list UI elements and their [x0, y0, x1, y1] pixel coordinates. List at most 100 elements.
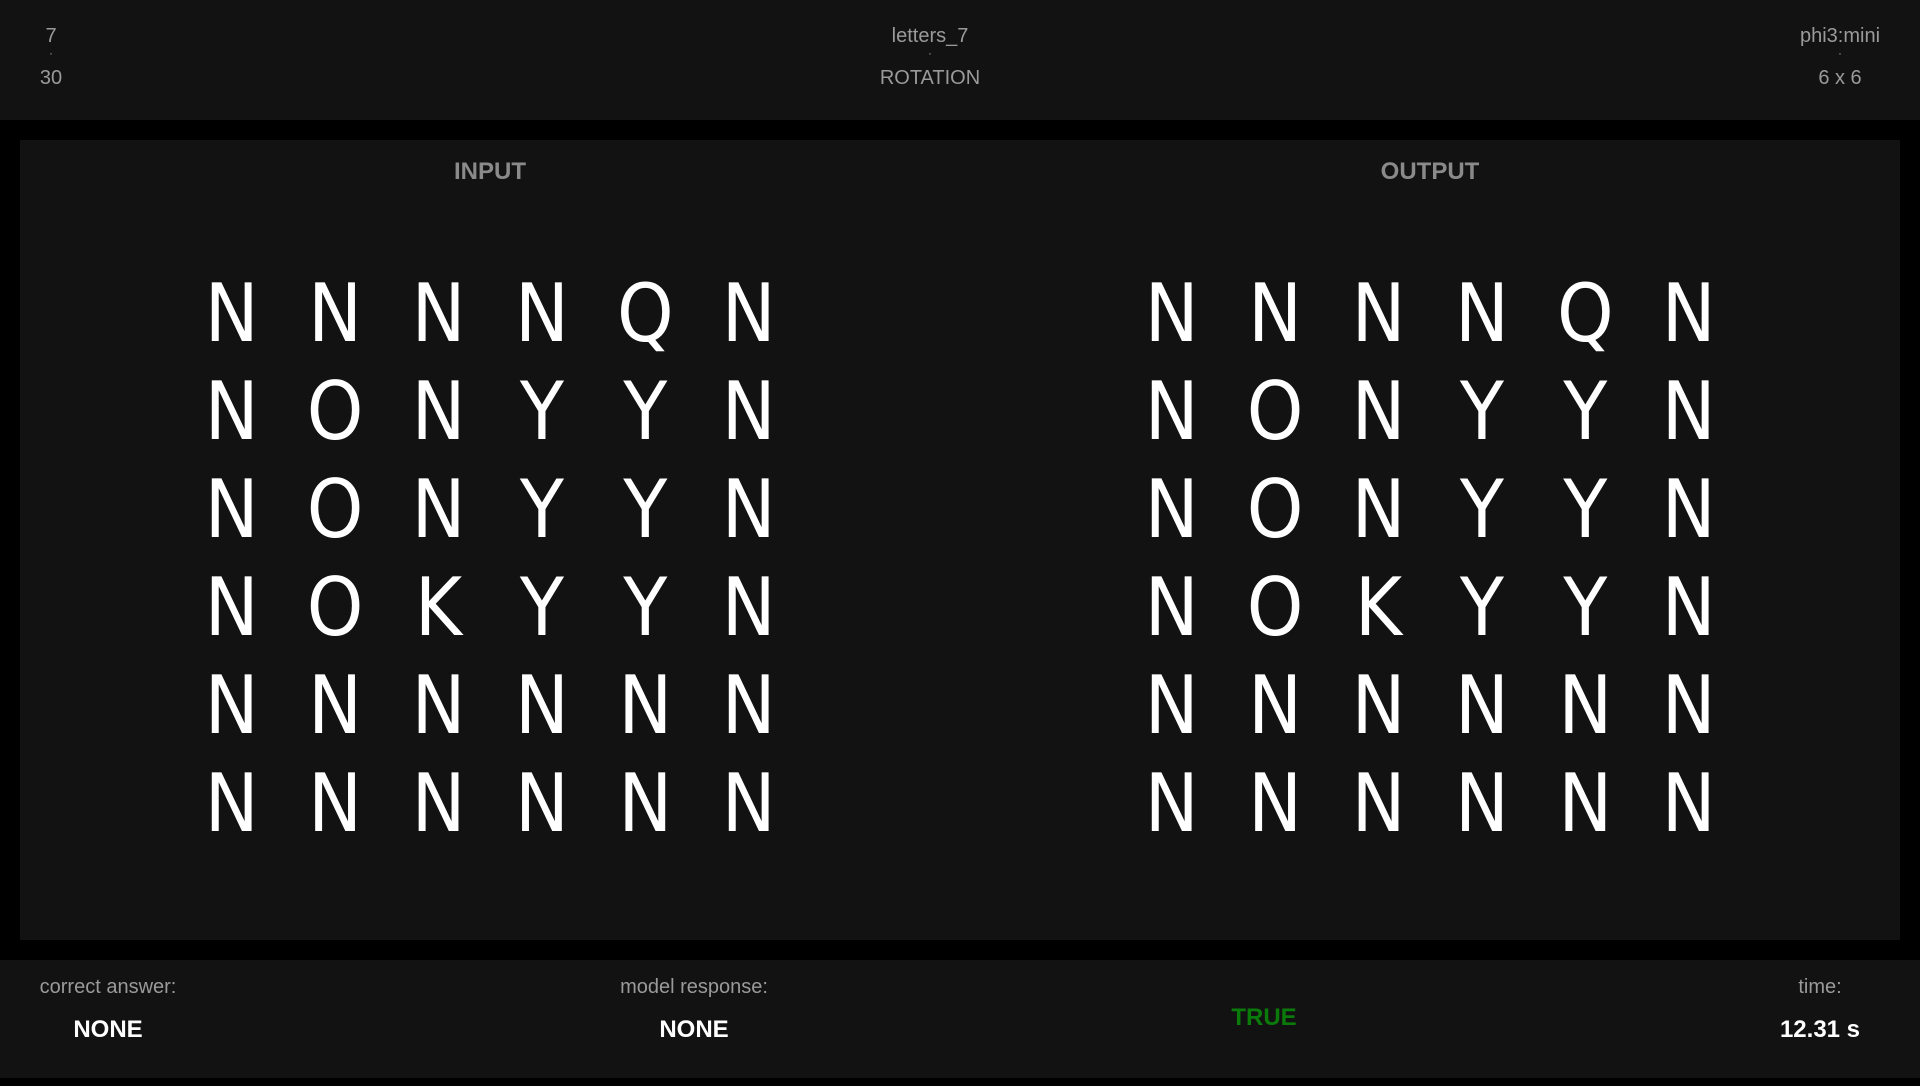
output-grid-cell: N: [1454, 659, 1509, 752]
input-grid-cell: N: [204, 365, 259, 458]
output-grid-cell: N: [1661, 267, 1716, 360]
task-separator: ·: [928, 46, 932, 60]
input-grid-cell: O: [306, 463, 364, 556]
output-grid-row: NONYYN: [1120, 461, 1740, 559]
output-grid-cell: Y: [1459, 561, 1504, 654]
output-grid-cell: O: [1246, 561, 1304, 654]
input-grid-cell: N: [308, 659, 362, 752]
output-grid-cell: N: [1144, 757, 1199, 850]
time-value: 12.31 s: [1779, 1016, 1861, 1043]
input-grid-cell: N: [514, 267, 569, 360]
output-grid-cell: N: [1144, 365, 1199, 458]
correct-answer-label: correct answer:: [39, 976, 177, 998]
grid-size: 6 x 6: [1818, 67, 1862, 89]
model-response-label: model response:: [620, 976, 768, 998]
input-grid-row: NNNNQN: [180, 265, 800, 363]
footer-bar: correct answer: NONE model response: NON…: [0, 960, 1920, 1078]
input-grid-cell: N: [721, 463, 776, 556]
output-grid-cell: K: [1354, 561, 1403, 654]
output-grid-cell: Y: [1563, 365, 1608, 458]
input-grid-cell: Y: [623, 463, 668, 556]
output-grid-row: NNNNNN: [1120, 657, 1740, 755]
input-grid-cell: N: [204, 267, 259, 360]
input-grid-cell: O: [306, 365, 364, 458]
output-grid-cell: N: [1144, 267, 1199, 360]
input-grid-row: NONYYN: [180, 363, 800, 461]
progress-separator: ·: [49, 46, 53, 60]
output-grid-cell: N: [1661, 659, 1716, 752]
puzzle-total: 30: [39, 67, 63, 89]
input-grid-cell: N: [514, 659, 569, 752]
output-grid-cell: N: [1661, 463, 1716, 556]
input-grid-cell: Y: [519, 561, 564, 654]
output-grid-row: NNNNNN: [1120, 755, 1740, 853]
output-grid-cell: N: [1558, 757, 1613, 850]
input-grid-cell: O: [306, 561, 364, 654]
task-name: letters_7: [891, 25, 969, 47]
input-grid-cell: N: [721, 757, 776, 850]
correct-answer-value: NONE: [73, 1016, 143, 1043]
output-grid: NNNNQNNONYYNNONYYNNOKYYNNNNNNNNNNNNN: [1120, 265, 1740, 853]
grids-panel: INPUT OUTPUT NNNNQNNONYYNNONYYNNOKYYNNNN…: [20, 140, 1900, 940]
transform-type: ROTATION: [879, 67, 981, 89]
output-grid-cell: N: [1661, 365, 1716, 458]
output-grid-cell: Q: [1556, 267, 1614, 360]
model-name: phi3:mini: [1799, 25, 1881, 47]
input-grid-cell: Q: [616, 267, 674, 360]
input-grid: NNNNQNNONYYNNONYYNNOKYYNNNNNNNNNNNNN: [180, 265, 800, 853]
input-grid-cell: N: [411, 365, 466, 458]
output-title: OUTPUT: [1380, 158, 1480, 185]
input-grid-cell: Y: [519, 463, 564, 556]
output-grid-cell: N: [1144, 561, 1199, 654]
input-grid-cell: N: [204, 463, 259, 556]
output-grid-cell: N: [1558, 659, 1613, 752]
time-label: time:: [1798, 976, 1842, 998]
output-grid-row: NONYYN: [1120, 363, 1740, 461]
output-grid-cell: N: [1351, 365, 1406, 458]
input-grid-cell: K: [414, 561, 463, 654]
input-grid-cell: N: [204, 659, 259, 752]
output-grid-cell: Y: [1563, 463, 1608, 556]
result-status: TRUE: [1231, 1004, 1297, 1031]
input-grid-cell: N: [411, 659, 466, 752]
input-grid-cell: Y: [623, 561, 668, 654]
model-response-value: NONE: [659, 1016, 729, 1043]
input-grid-cell: N: [721, 561, 776, 654]
output-grid-cell: N: [1248, 659, 1302, 752]
output-grid-cell: O: [1246, 365, 1304, 458]
input-title: INPUT: [454, 158, 526, 185]
input-grid-cell: Y: [519, 365, 564, 458]
output-grid-row: NNNNQN: [1120, 265, 1740, 363]
input-grid-row: NOKYYN: [180, 559, 800, 657]
input-grid-row: NNNNNN: [180, 657, 800, 755]
output-grid-cell: Y: [1563, 561, 1608, 654]
input-grid-cell: N: [514, 757, 569, 850]
output-grid-cell: N: [1454, 757, 1509, 850]
input-grid-cell: N: [308, 267, 362, 360]
input-grid-cell: N: [721, 659, 776, 752]
input-grid-cell: N: [411, 463, 466, 556]
input-grid-cell: N: [721, 365, 776, 458]
input-grid-cell: N: [204, 757, 259, 850]
output-grid-cell: Y: [1459, 365, 1504, 458]
input-grid-row: NONYYN: [180, 461, 800, 559]
output-grid-cell: O: [1246, 463, 1304, 556]
output-grid-cell: N: [1248, 267, 1302, 360]
input-grid-row: NNNNNN: [180, 755, 800, 853]
model-separator: ·: [1838, 46, 1842, 60]
output-grid-cell: N: [1351, 659, 1406, 752]
puzzle-index: 7: [45, 25, 57, 47]
input-grid-cell: N: [308, 757, 362, 850]
output-grid-cell: N: [1248, 757, 1302, 850]
input-grid-cell: N: [411, 757, 466, 850]
output-grid-cell: N: [1351, 757, 1406, 850]
output-grid-cell: N: [1661, 757, 1716, 850]
model-info: phi3:mini · 6 x 6: [1790, 22, 1890, 92]
output-grid-cell: N: [1454, 267, 1509, 360]
output-grid-row: NOKYYN: [1120, 559, 1740, 657]
output-grid-cell: Y: [1459, 463, 1504, 556]
input-grid-cell: N: [618, 757, 673, 850]
output-grid-cell: N: [1351, 463, 1406, 556]
input-grid-cell: Y: [623, 365, 668, 458]
input-grid-cell: N: [618, 659, 673, 752]
